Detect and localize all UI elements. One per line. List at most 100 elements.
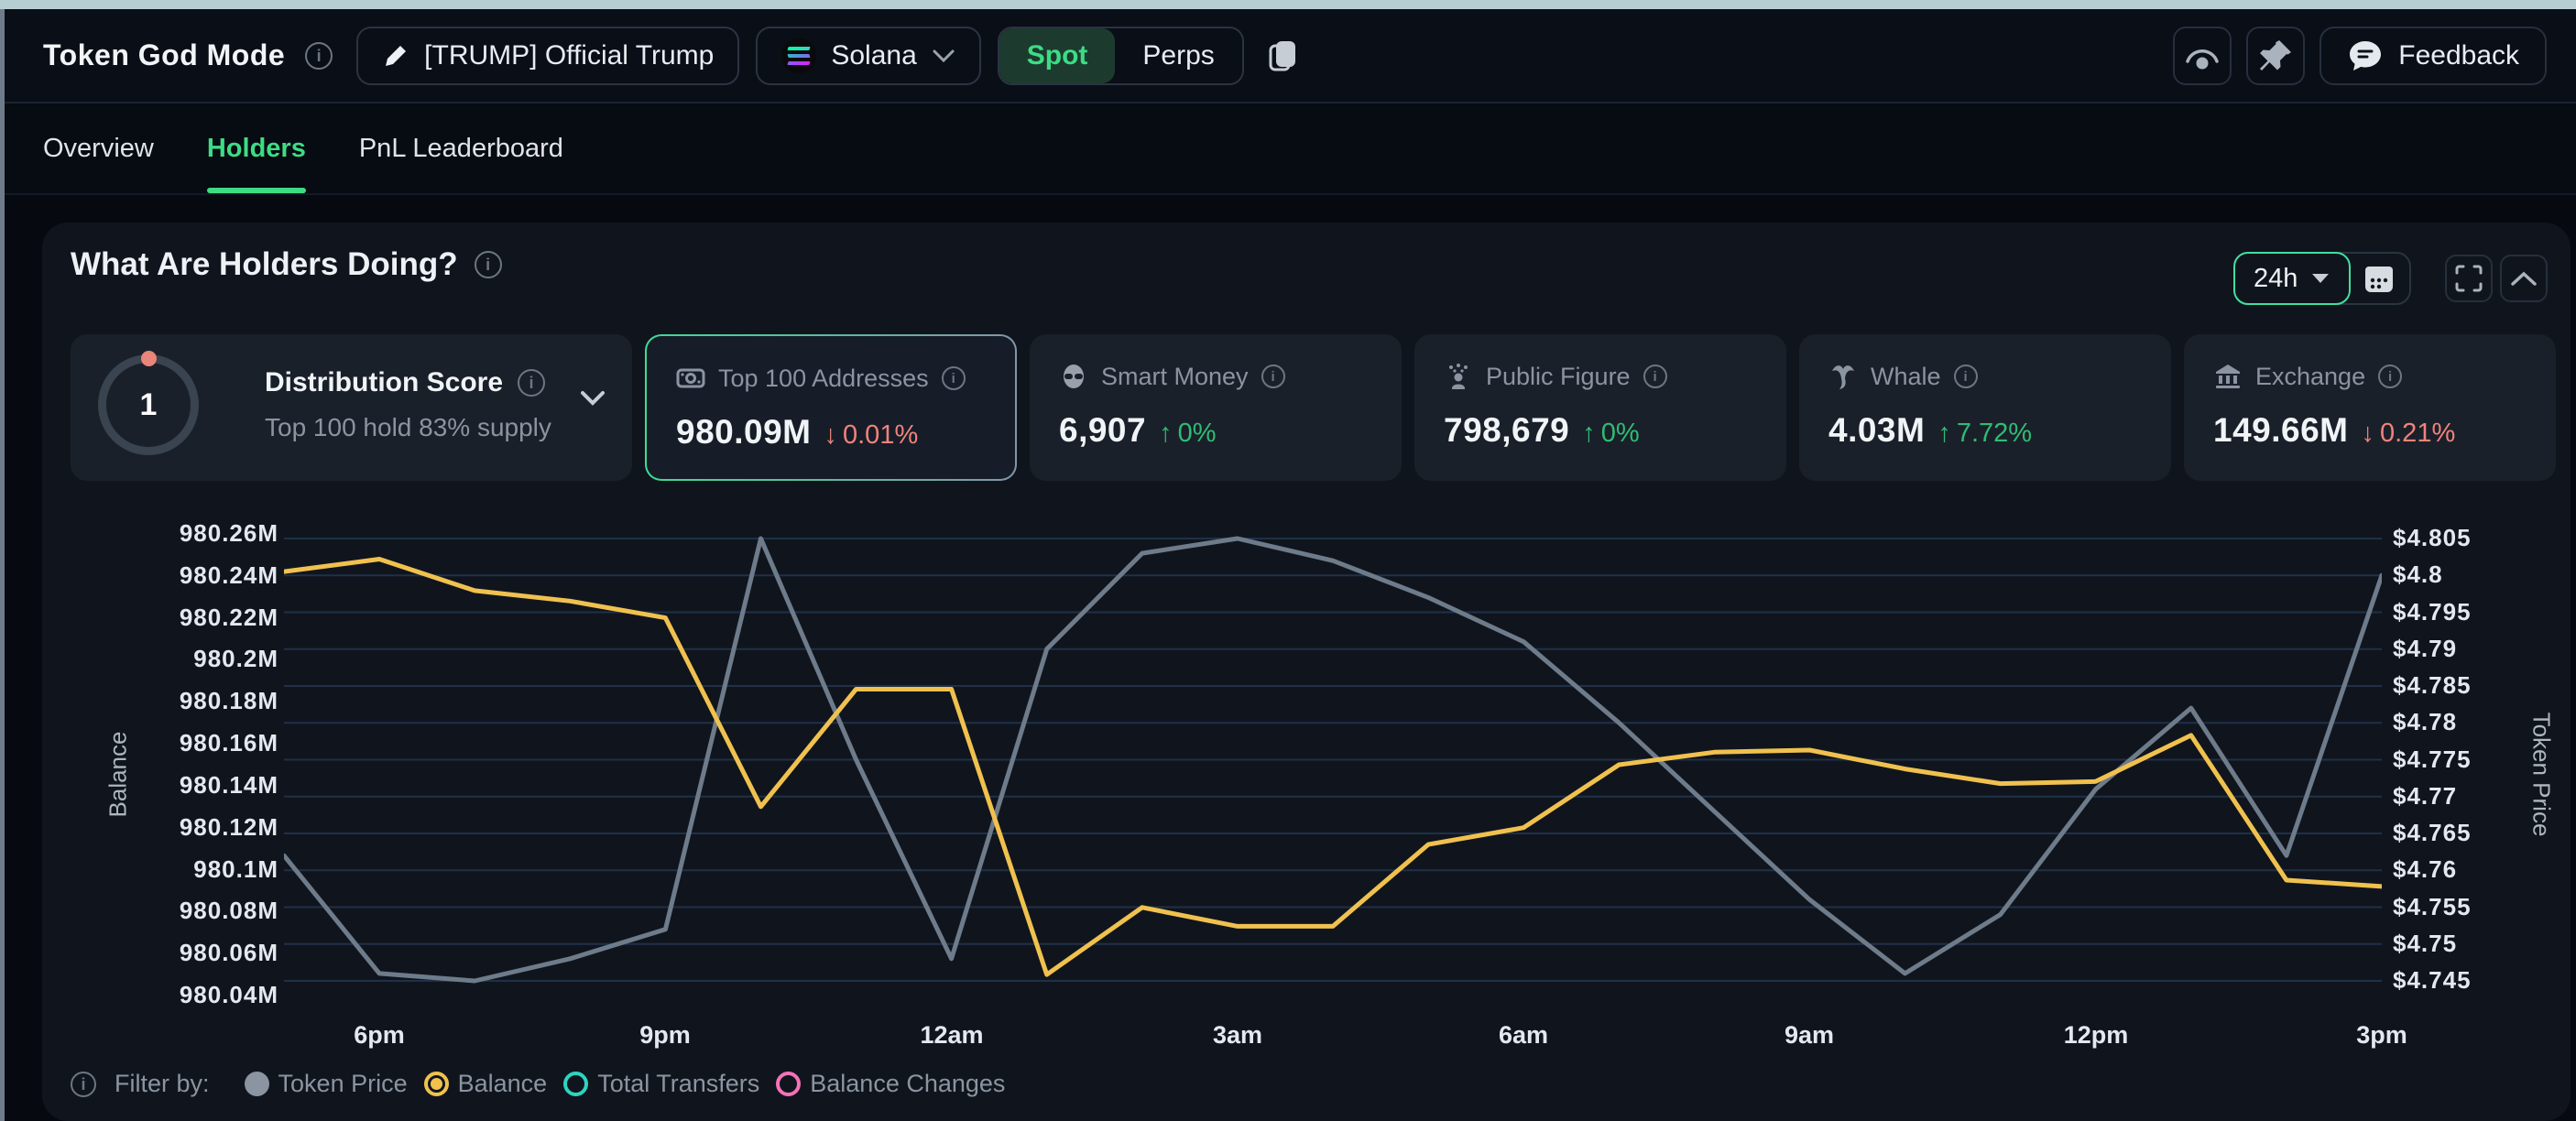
change-arrow: ↑ <box>1159 419 1173 449</box>
timeframe-dropdown[interactable]: 24h <box>2233 252 2351 305</box>
change-badge: ↑0% <box>1582 419 1639 449</box>
change-arrow: ↓ <box>824 420 838 451</box>
x-axis-tick: 12am <box>888 1021 1016 1050</box>
filter-by-label: Filter by: <box>115 1070 210 1098</box>
chevron-up-icon <box>2510 270 2538 287</box>
right-axis-ticks: $4.805$4.8$4.795$4.79$4.785$4.78$4.775$4… <box>2393 513 2539 1007</box>
chain-selector[interactable]: Solana <box>756 27 980 85</box>
right-axis-tick: $4.745 <box>2393 966 2472 995</box>
incognito-icon <box>1059 362 1088 391</box>
exchange-card[interactable]: Exchange 149.66M ↓0.21% <box>2184 334 2556 481</box>
filter-option-balance[interactable]: Balance <box>424 1070 548 1098</box>
filter-swatch-icon <box>424 1072 449 1096</box>
info-icon[interactable] <box>1643 365 1667 388</box>
timeframe-group: 24h <box>2233 252 2411 305</box>
chevron-down-icon <box>932 49 955 63</box>
right-axis-tick: $4.78 <box>2393 708 2457 736</box>
right-axis-tick: $4.765 <box>2393 819 2472 847</box>
card-title: Public Figure <box>1486 363 1631 391</box>
change-badge: ↑0% <box>1159 419 1216 449</box>
public-figure-card[interactable]: Public Figure 798,679 ↑0% <box>1414 334 1786 481</box>
score-value: 1 <box>140 387 158 423</box>
balance-line <box>284 560 2382 975</box>
change-arrow: ↓ <box>2362 419 2375 449</box>
token-name: [TRUMP] Official Trump <box>424 40 714 71</box>
card-value: 4.03M <box>1828 411 1925 450</box>
copy-icon[interactable] <box>1268 38 1299 73</box>
change-value: 0.01% <box>843 420 918 451</box>
header-actions: Feedback <box>2173 27 2547 85</box>
pin-button[interactable] <box>2246 27 2305 85</box>
distribution-score-card[interactable]: 1 Distribution Score Top 100 hold 83% su… <box>71 334 632 481</box>
chart-controls: 24h <box>2233 252 2548 305</box>
filter-swatch-icon <box>245 1072 269 1096</box>
panel-title: What Are Holders Doing? <box>71 246 458 283</box>
whale-card[interactable]: Whale 4.03M ↑7.72% <box>1799 334 2171 481</box>
change-value: 0% <box>1178 419 1217 449</box>
card-value: 798,679 <box>1444 411 1569 450</box>
card-value: 980.09M <box>676 413 812 452</box>
card-title: Whale <box>1871 363 1941 391</box>
feedback-button[interactable]: Feedback <box>2319 27 2547 85</box>
token-selector-button[interactable]: [TRUMP] Official Trump <box>356 27 739 85</box>
x-axis-ticks: 6pm9pm12am3am6am9am12pm3pm <box>284 1021 2382 1058</box>
feedback-label: Feedback <box>2398 40 2519 71</box>
right-axis-tick: $4.8 <box>2393 560 2443 589</box>
eye-arc-icon <box>2182 39 2222 72</box>
whale-tail-icon <box>1828 362 1858 391</box>
smart-money-card[interactable]: Smart Money 6,907 ↑0% <box>1030 334 1402 481</box>
info-icon[interactable] <box>942 366 966 390</box>
filter-option-token-price[interactable]: Token Price <box>245 1070 408 1098</box>
app-title: Token God Mode <box>43 38 285 72</box>
info-icon[interactable] <box>305 42 333 70</box>
calendar-button[interactable] <box>2349 254 2409 303</box>
change-badge: ↑7.72% <box>1937 419 2032 449</box>
left-axis-tick: 980.2M <box>193 645 278 673</box>
pin-icon <box>2257 38 2294 74</box>
left-axis-tick: 980.22M <box>180 604 278 632</box>
filter-swatch-icon <box>776 1072 801 1096</box>
top-100-addresses-card[interactable]: Top 100 Addresses 980.09M ↓0.01% <box>645 334 1017 481</box>
right-axis-tick: $4.75 <box>2393 930 2457 958</box>
info-icon[interactable] <box>1261 365 1285 388</box>
gauge-marker-dot <box>141 351 157 366</box>
x-axis-tick: 9pm <box>601 1021 729 1050</box>
tab-pnl-leaderboard[interactable]: PnL Leaderboard <box>359 103 563 193</box>
change-arrow: ↑ <box>1937 419 1951 449</box>
left-axis-tick: 980.08M <box>180 897 278 925</box>
card-subtitle: Top 100 hold 83% supply <box>265 413 603 442</box>
info-icon[interactable] <box>1954 365 1978 388</box>
right-axis-tick: $4.77 <box>2393 782 2457 811</box>
banknote-icon <box>676 364 705 393</box>
right-axis-tick: $4.775 <box>2393 746 2472 774</box>
tab-holders[interactable]: Holders <box>207 103 306 193</box>
info-icon[interactable] <box>475 251 502 278</box>
fullscreen-button[interactable] <box>2445 255 2493 302</box>
x-axis-tick: 3am <box>1173 1021 1302 1050</box>
timeframe-value: 24h <box>2254 264 2298 294</box>
filter-options: Token Price Balance Total Transfers Balance… <box>228 1070 1006 1098</box>
card-title: Smart Money <box>1101 363 1249 391</box>
edit-pencil-icon <box>382 42 409 70</box>
change-badge: ↓0.01% <box>824 420 919 451</box>
filter-option-label: Token Price <box>278 1070 408 1098</box>
watchlist-eye-button[interactable] <box>2173 27 2232 85</box>
chevron-down-icon[interactable] <box>579 389 606 408</box>
left-axis-title: Balance <box>104 732 132 818</box>
tab-overview[interactable]: Overview <box>43 103 154 193</box>
page-tabs: Overview Holders PnL Leaderboard <box>5 103 2576 195</box>
x-axis-tick: 12pm <box>2032 1021 2160 1050</box>
filter-option-total-transfers[interactable]: Total Transfers <box>563 1070 759 1098</box>
right-axis-tick: $4.785 <box>2393 671 2472 700</box>
collapse-button[interactable] <box>2500 255 2548 302</box>
perps-tab[interactable]: Perps <box>1115 28 1241 83</box>
bank-icon <box>2213 362 2243 391</box>
filter-option-balance-changes[interactable]: Balance Changes <box>776 1070 1005 1098</box>
holders-chart-svg[interactable] <box>284 513 2382 1007</box>
spot-tab[interactable]: Spot <box>999 28 1116 83</box>
fullscreen-icon <box>2453 263 2484 294</box>
info-icon[interactable] <box>71 1072 96 1097</box>
x-axis-tick: 9am <box>1745 1021 1873 1050</box>
info-icon[interactable] <box>518 369 545 397</box>
info-icon[interactable] <box>2378 365 2402 388</box>
